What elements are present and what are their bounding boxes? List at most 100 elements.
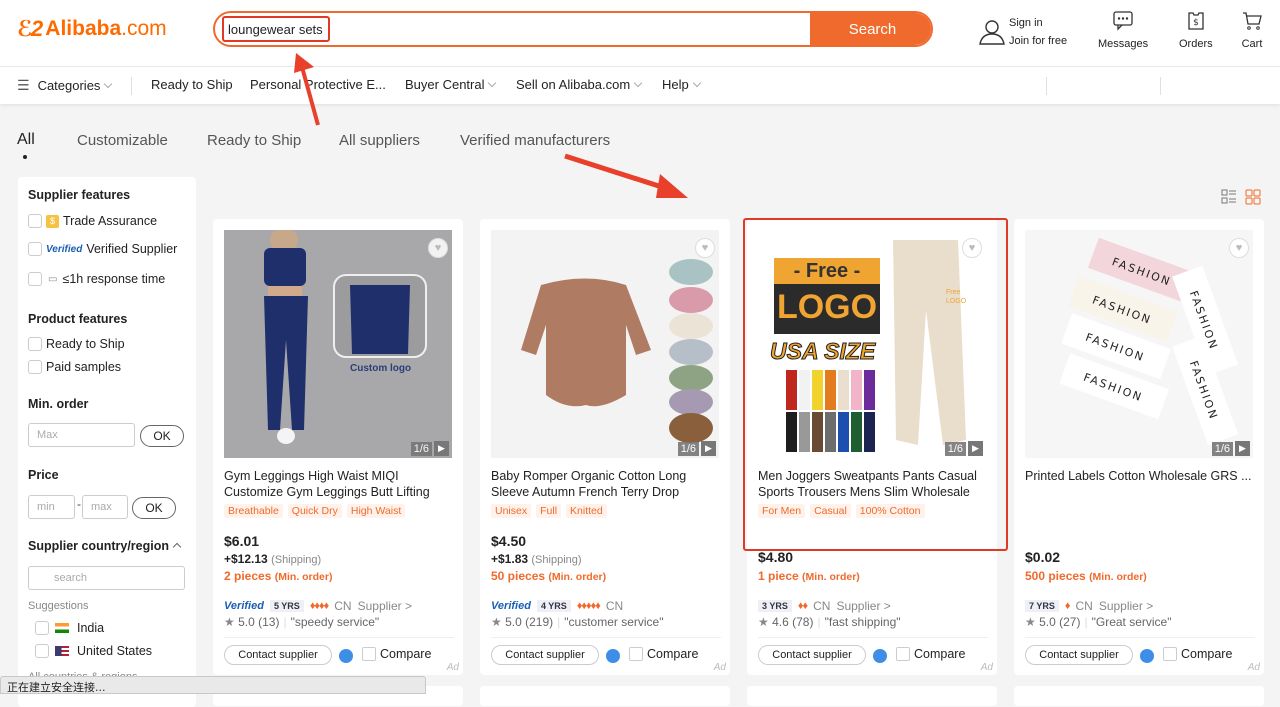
chat-bot-icon[interactable] [606,649,620,663]
compare-label[interactable]: Compare [914,647,965,661]
contact-supplier-button[interactable]: Contact supplier [758,645,866,665]
compare-checkbox[interactable] [362,647,376,661]
moq-value: 50 pieces [491,569,546,583]
checkbox[interactable] [28,337,42,351]
alibaba-logo-icon: ℰ2 [17,16,43,41]
filter-label: Paid samples [46,360,122,374]
filter-ready-to-ship[interactable]: Ready to Ship [28,337,125,351]
supplier-info[interactable]: 3 YRS ♦♦ CN Supplier > [758,599,891,613]
supplier-info[interactable]: Verified 4 YRS ♦♦♦♦♦ CN [491,599,623,613]
favorite-heart-icon[interactable]: ♥ [962,238,982,258]
chat-bot-icon[interactable] [339,649,353,663]
categories-label: Categories [37,78,101,93]
categories-menu[interactable]: ☰ Categories [17,77,113,94]
compare-label[interactable]: Compare [1181,647,1232,661]
favorite-heart-icon[interactable]: ♥ [428,238,448,258]
price-max-input[interactable]: max [82,495,128,519]
country-india[interactable]: India [35,621,104,635]
compare-label[interactable]: Compare [647,647,698,661]
contact-supplier-button[interactable]: Contact supplier [1025,645,1133,665]
product-image[interactable]: Custom logo ♥ 1/6 ▶ [224,230,452,458]
cart-button[interactable]: Cart [1241,10,1263,50]
play-icon[interactable]: ▶ [1235,441,1250,456]
grid-view-icon[interactable] [1245,189,1261,205]
tab-all[interactable]: All [17,131,35,149]
nav-help[interactable]: Help [662,77,701,92]
tab-all-suppliers[interactable]: All suppliers [339,132,420,149]
checkbox[interactable] [35,644,49,658]
compare-checkbox[interactable] [896,647,910,661]
contact-supplier-button[interactable]: Contact supplier [224,645,332,665]
contact-supplier-button[interactable]: Contact supplier [491,645,599,665]
star-icon: ★ [491,615,502,629]
product-image[interactable]: FASHION FASHION FASHION FASHION FASHION … [1025,230,1253,458]
compare-label[interactable]: Compare [380,647,431,661]
favorite-heart-icon[interactable]: ♥ [695,238,715,258]
join-link[interactable]: Join for free [1009,32,1067,50]
product-title[interactable]: Baby Romper Organic Cotton Long Sleeve A… [491,468,721,500]
filter-verified-supplier[interactable]: Verified Verified Supplier [28,242,177,256]
chevron-up-icon[interactable] [172,542,182,552]
search-button[interactable]: Search [810,13,931,45]
filter-trade-assurance[interactable]: $ Trade Assurance [28,214,157,228]
supplier-country: CN [605,599,624,613]
play-icon[interactable]: ▶ [434,441,449,456]
compare-checkbox[interactable] [629,647,643,661]
image-counter: 1/6 [677,442,699,456]
labels-photo: FASHION FASHION FASHION FASHION FASHION … [1025,230,1253,458]
chat-bot-icon[interactable] [1140,649,1154,663]
nav-ready-to-ship[interactable]: Ready to Ship [151,77,233,92]
checkbox[interactable] [28,214,42,228]
play-icon[interactable]: ▶ [968,441,983,456]
price-ok-button[interactable]: OK [132,497,176,519]
messages-button[interactable]: Messages [1098,10,1148,50]
supplier-info[interactable]: Verified 5 YRS ♦♦♦♦ CN Supplier > [224,599,412,613]
checkbox[interactable] [28,242,42,256]
checkbox[interactable] [28,360,42,374]
filter-response-time[interactable]: ▭ ≤1h response time [28,272,165,286]
compare-checkbox[interactable] [1163,647,1177,661]
checkbox[interactable] [35,621,49,635]
country-search-input[interactable]: search [28,566,185,590]
tab-verified-manufacturers[interactable]: Verified manufacturers [460,132,610,149]
filter-paid-samples[interactable]: Paid samples [28,360,121,374]
min-order-ok-button[interactable]: OK [140,425,184,447]
nav-sell-on-alibaba[interactable]: Sell on Alibaba.com [516,77,643,92]
orders-button[interactable]: $ Orders [1179,10,1213,50]
product-card[interactable]: Custom logo ♥ 1/6 ▶ Gym Leggings High Wa… [213,219,463,675]
favorite-heart-icon[interactable]: ♥ [1229,238,1249,258]
account-sign-in[interactable]: Sign in Join for free [978,14,1067,50]
product-image[interactable]: ♥ 1/6 ▶ [491,230,719,458]
supplier-link[interactable]: Supplier > [1099,599,1153,613]
price-min-input[interactable]: min [28,495,75,519]
product-title[interactable]: Men Joggers Sweatpants Pants Casual Spor… [758,468,988,500]
list-view-icon[interactable] [1221,189,1237,205]
checkbox[interactable] [28,272,42,286]
product-card[interactable]: FASHION FASHION FASHION FASHION FASHION … [1014,219,1264,675]
product-card[interactable]: ♥ 1/6 ▶ Baby Romper Organic Cotton Long … [480,219,730,675]
image-counter: 1/6 [410,442,432,456]
nav-personal-protective[interactable]: Personal Protective E... [250,77,386,92]
alibaba-logo[interactable]: ℰ2 Alibaba .com [17,16,167,42]
search-input[interactable] [225,17,805,41]
nav-buyer-central[interactable]: Buyer Central [405,77,497,92]
play-icon[interactable]: ▶ [701,441,716,456]
tab-ready-to-ship[interactable]: Ready to Ship [207,132,301,149]
supplier-link[interactable]: Supplier > [836,599,890,613]
min-order-input[interactable]: Max [28,423,135,447]
supplier-link[interactable]: Supplier > [358,599,412,613]
tab-customizable[interactable]: Customizable [77,132,168,149]
verified-badge-icon: Verified [224,600,264,612]
custom-logo-caption: Custom logo [350,363,412,374]
chat-bot-icon[interactable] [873,649,887,663]
supplier-info[interactable]: 7 YRS ♦ CN Supplier > [1025,599,1153,613]
product-image[interactable]: - Free - LOGO USA SIZE Free LOGO ♥ 1/6 ▶ [758,230,986,458]
country-united-states[interactable]: United States [35,644,152,658]
sign-in-link[interactable]: Sign in [1009,14,1067,32]
product-card[interactable]: - Free - LOGO USA SIZE Free LOGO ♥ 1/6 ▶… [747,219,997,675]
diamond-rating-icon: ♦♦♦♦ [309,600,329,612]
diamond-rating-icon: ♦ [1064,600,1071,612]
product-title[interactable]: Gym Leggings High Waist MIQI Customize G… [224,468,454,500]
product-title[interactable]: Printed Labels Cotton Wholesale GRS ... [1025,468,1255,484]
ad-label: Ad [980,662,993,673]
